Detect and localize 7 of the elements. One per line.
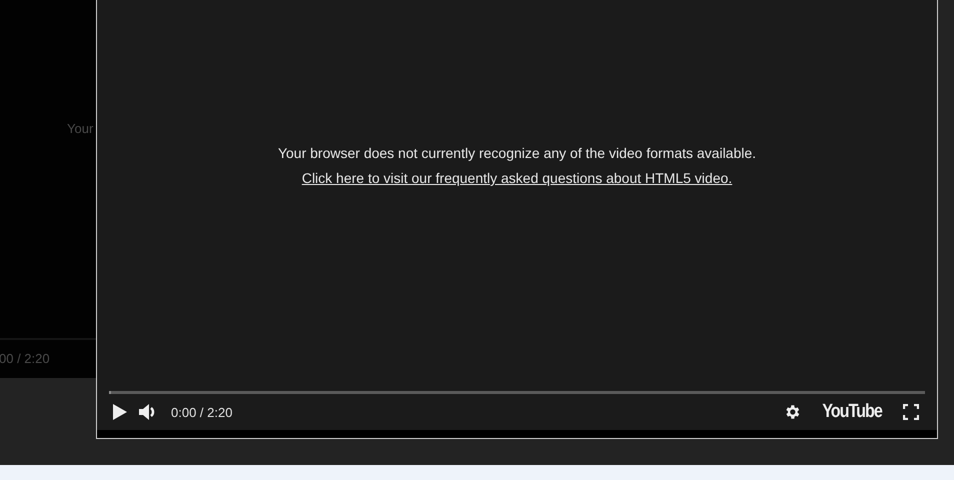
time-display: 0:00 / 2:20	[171, 404, 232, 420]
error-message: Your browser does not currently recognize any of the video formats available.	[278, 145, 756, 161]
brand-logo[interactable]: YouTube	[822, 401, 882, 423]
fullscreen-icon[interactable]	[903, 404, 919, 420]
help-link[interactable]: Click here to visit our frequently asked questions about HTML5 video.	[302, 170, 732, 186]
error-message: Your	[67, 121, 94, 136]
play-icon[interactable]	[113, 404, 127, 420]
